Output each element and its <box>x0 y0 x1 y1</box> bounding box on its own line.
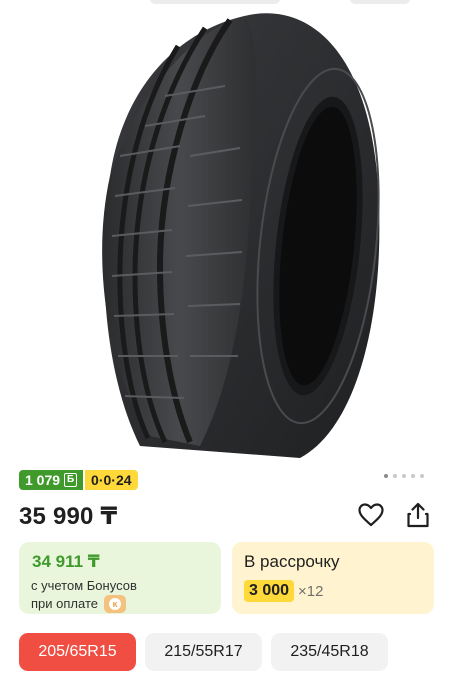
product-image[interactable] <box>0 6 453 460</box>
pager-dot[interactable] <box>393 474 397 478</box>
product-price: 35 990 ₸ <box>19 503 118 530</box>
promo-badges: 1 079 Б 0·0·24 <box>19 470 138 490</box>
installment-badge: 0·0·24 <box>85 470 138 490</box>
size-selector: 205/65R15 215/55R17 235/45R18 <box>19 633 388 671</box>
share-button[interactable] <box>403 500 433 530</box>
kaspi-pay-icon: ĸ <box>103 595 126 613</box>
pager-dot[interactable] <box>384 474 388 478</box>
pager-dot[interactable] <box>411 474 415 478</box>
bonus-note-line2: при оплате <box>31 596 98 611</box>
bonus-price-card[interactable]: 34 911 ₸ с учетом Бонусов при оплате ĸ <box>19 542 221 614</box>
pager-dot[interactable] <box>402 474 406 478</box>
bonus-badge: 1 079 Б <box>19 470 84 490</box>
installment-title: В рассрочку <box>244 552 340 571</box>
favorite-button[interactable] <box>356 500 386 530</box>
heart-icon <box>358 503 384 527</box>
bonus-badge-value: 1 079 <box>25 472 61 488</box>
gallery-pager <box>384 474 424 478</box>
installment-card[interactable]: В рассрочку 3 000 ×12 <box>232 542 434 614</box>
installment-multiplier: ×12 <box>298 582 324 600</box>
share-icon <box>407 502 429 528</box>
size-option-215-55r17[interactable]: 215/55R17 <box>145 633 262 671</box>
installment-amount: 3 000 <box>244 580 295 602</box>
bonus-symbol-icon: Б <box>64 473 78 487</box>
bonus-price: 34 911 ₸ <box>32 552 100 571</box>
size-option-205-65r15[interactable]: 205/65R15 <box>19 633 136 671</box>
bonus-note-line1: с учетом Бонусов <box>31 578 137 593</box>
size-option-235-45r18[interactable]: 235/45R18 <box>271 633 388 671</box>
tire-photo <box>102 13 380 458</box>
pager-dot[interactable] <box>420 474 424 478</box>
bonus-note: с учетом Бонусов при оплате ĸ <box>31 577 209 613</box>
